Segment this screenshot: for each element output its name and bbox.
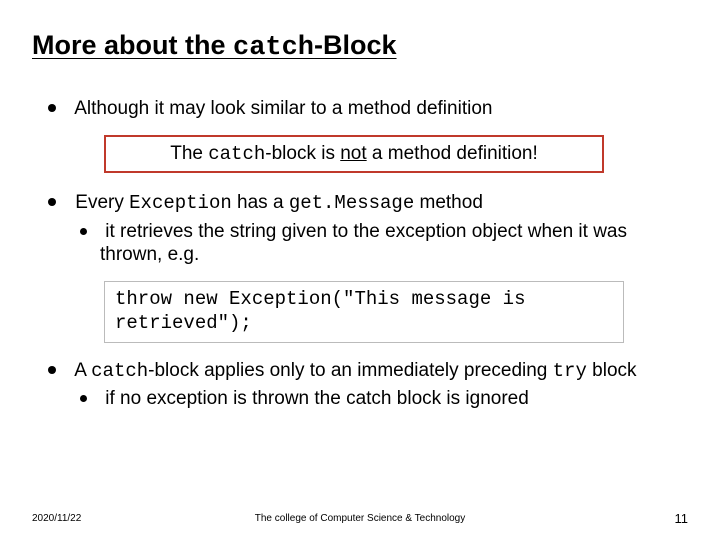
bullet-3-sub-text: if no exception is thrown the catch bloc… — [105, 388, 529, 409]
bullet-3-code2: try — [553, 360, 587, 382]
bullet-3-sub: if no exception is thrown the catch bloc… — [100, 387, 688, 411]
bullet-2: Every Exception has a get.Message method… — [70, 191, 688, 267]
bullet-2-sub-text: it retrieves the string given to the exc… — [100, 221, 627, 266]
callout-pre: The — [170, 143, 208, 164]
callout-post: a method definition! — [367, 143, 538, 164]
callout-mid: -block is — [265, 143, 340, 164]
bullet-2-post: method — [414, 192, 483, 213]
callout-underline: not — [340, 143, 366, 164]
callout-code: catch — [208, 143, 265, 165]
bullet-1-text: Although it may look similar to a method… — [74, 98, 492, 119]
bullet-2-mid: has a — [232, 192, 289, 213]
bullet-3-code: catch — [91, 360, 148, 382]
title-pre: More about the — [32, 30, 233, 60]
bullet-2-code1: Exception — [129, 192, 232, 214]
code-line: throw new Exception("This message is ret… — [115, 288, 525, 334]
footer-center: The college of Computer Science & Techno… — [0, 513, 720, 524]
bullet-1: Although it may look similar to a method… — [70, 97, 688, 121]
bullet-3: A catch-block applies only to an immedia… — [70, 359, 688, 412]
bullet-2-sub: it retrieves the string given to the exc… — [100, 220, 688, 268]
callout-box: The catch-block is not a method definiti… — [104, 135, 604, 173]
bullet-3-pre: A — [74, 360, 91, 381]
slide-title: More about the catch-Block — [32, 30, 688, 63]
title-post: -Block — [314, 30, 397, 60]
slide-footer: 2020/11/22 The college of Computer Scien… — [0, 511, 720, 526]
code-box: throw new Exception("This message is ret… — [104, 281, 624, 343]
bullet-2-code2: get.Message — [289, 192, 414, 214]
title-code: catch — [233, 33, 314, 63]
bullet-3-mid: -block applies only to an immediately pr… — [148, 360, 553, 381]
bullet-2-pre: Every — [75, 192, 129, 213]
bullet-3-post: block — [587, 360, 637, 381]
